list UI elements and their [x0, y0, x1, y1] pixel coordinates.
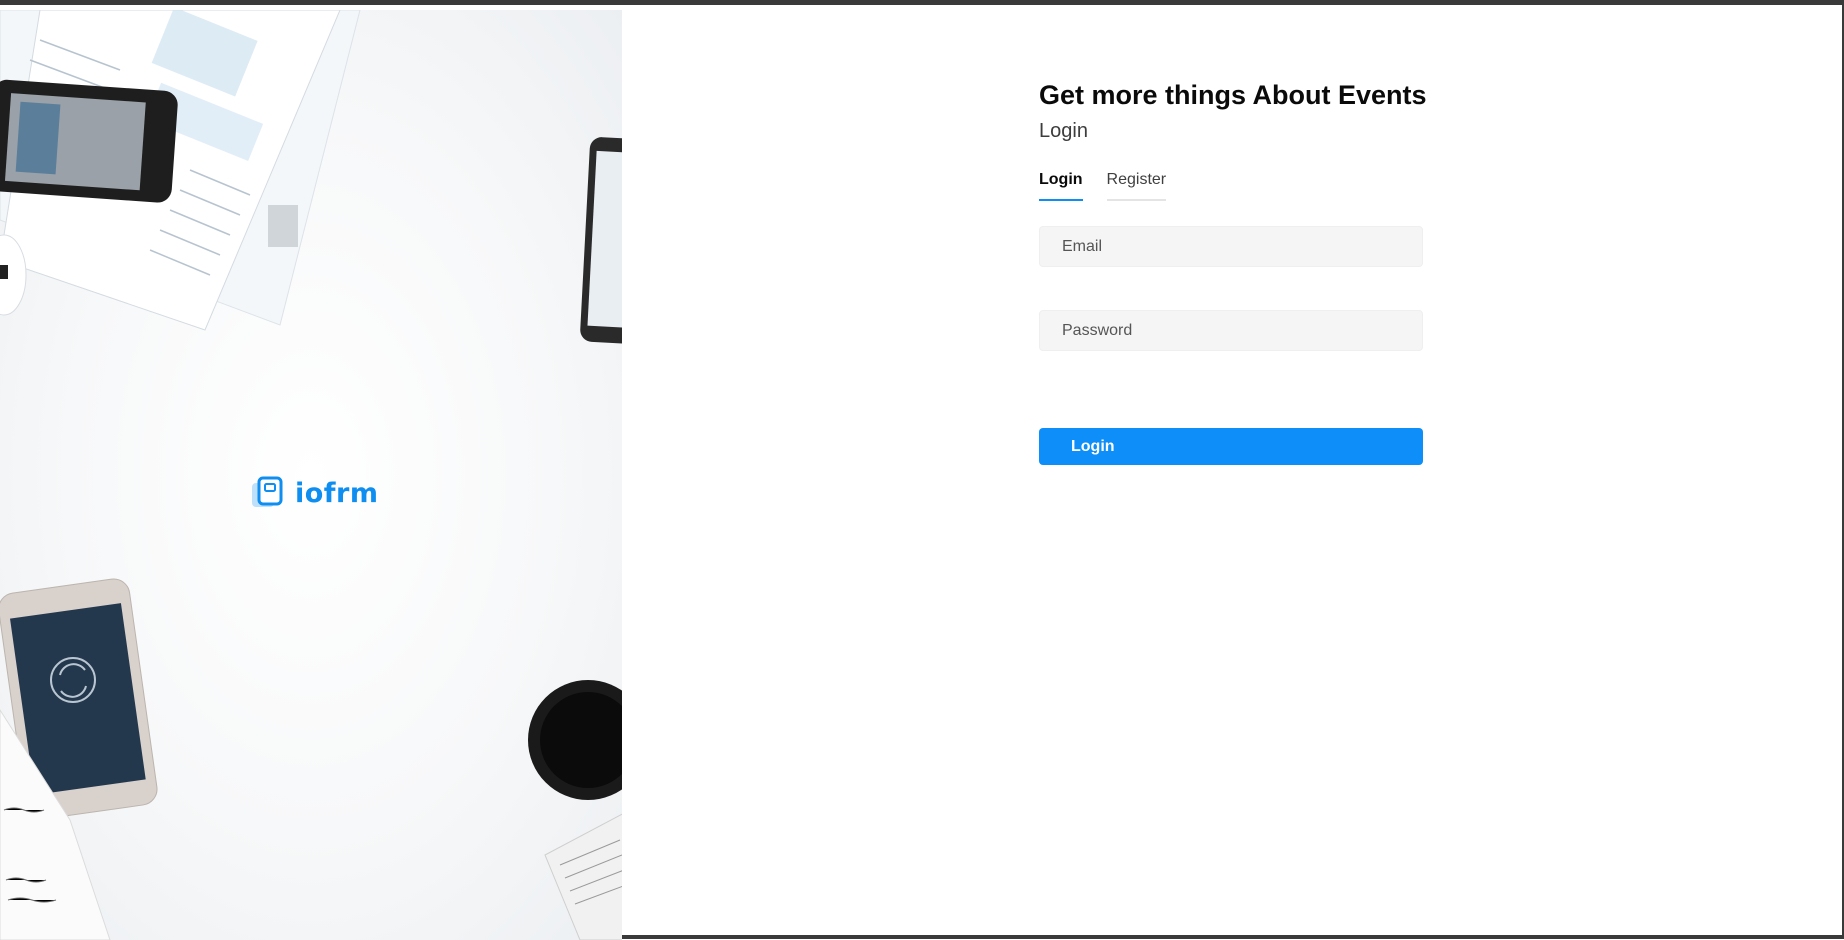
coffee-cup-icon — [528, 680, 622, 800]
login-button[interactable]: Login — [1039, 428, 1423, 465]
auth-tabs: Login Register — [1039, 169, 1423, 201]
desk-photo-illustration — [0, 10, 622, 940]
smartphone-right-icon — [580, 137, 622, 344]
iofrm-logo-icon — [252, 476, 283, 507]
brand-logo[interactable]: iofrm — [249, 476, 379, 510]
brand-name: iofrm — [295, 477, 379, 509]
hero-image-panel: iofrm — [0, 10, 622, 940]
email-field[interactable] — [1039, 226, 1423, 267]
page-title: Get more things About Events — [1039, 80, 1427, 110]
tab-login[interactable]: Login — [1039, 169, 1083, 201]
login-form-panel: Get more things About Events Login Login… — [1039, 77, 1427, 465]
newspaper-icon — [544, 813, 622, 940]
tab-register[interactable]: Register — [1106, 169, 1167, 201]
password-field[interactable] — [1039, 310, 1423, 351]
smartphone-top-icon — [0, 79, 178, 203]
page-subtitle: Login — [1039, 120, 1088, 142]
page-frame: iofrm Get more things About Events Login… — [0, 0, 1844, 940]
